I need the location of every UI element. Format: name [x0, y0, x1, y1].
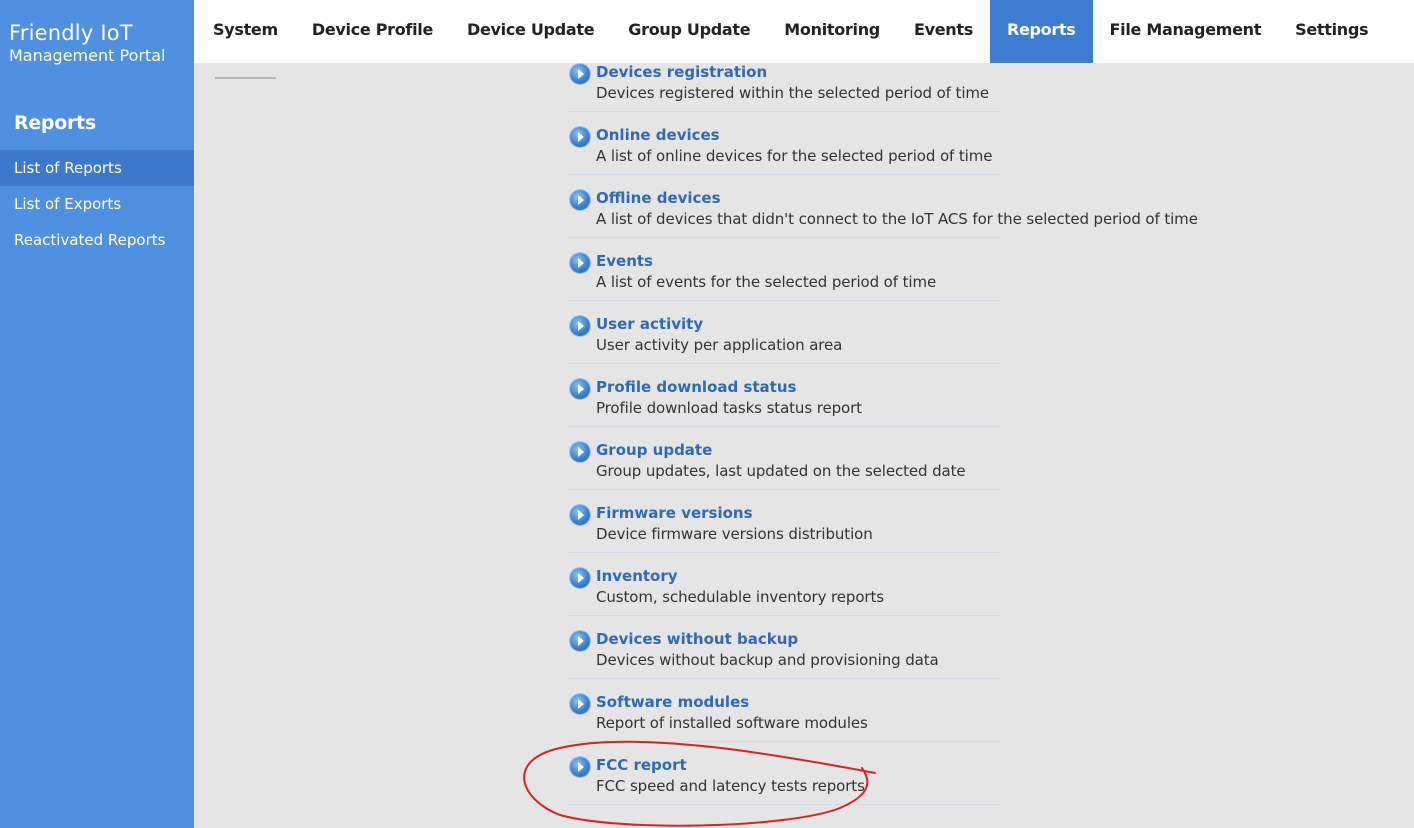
- nav-tab-events[interactable]: Events: [897, 0, 990, 63]
- brand-title: Friendly IoT: [9, 21, 133, 45]
- report-item-devices-registration[interactable]: Devices registration Devices registered …: [568, 63, 1000, 112]
- report-item-offline-devices[interactable]: Offline devices A list of devices that d…: [568, 175, 1198, 238]
- sidebar-item-list-of-reports[interactable]: List of Reports: [0, 150, 194, 186]
- report-title[interactable]: Firmware versions: [596, 504, 1000, 522]
- report-description: A list of events for the selected period…: [596, 273, 937, 291]
- brand[interactable]: Friendly IoT Management Portal: [0, 0, 194, 66]
- nav-tab-device-update[interactable]: Device Update: [450, 0, 611, 63]
- arrow-right-circle-icon: [570, 64, 590, 84]
- report-title[interactable]: Devices without backup: [596, 630, 1000, 648]
- report-item-firmware-versions[interactable]: Firmware versions Device firmware versio…: [568, 490, 1000, 553]
- arrow-right-circle-icon: [570, 694, 590, 714]
- report-description: Custom, schedulable inventory reports: [596, 588, 884, 606]
- report-description: Group updates, last updated on the selec…: [596, 462, 966, 480]
- report-description: Device firmware versions distribution: [596, 525, 873, 543]
- sidebar-section-title: Reports: [14, 112, 96, 134]
- report-item-software-modules[interactable]: Software modules Report of installed sof…: [568, 679, 1000, 742]
- nav-tab-file-management[interactable]: File Management: [1093, 0, 1279, 63]
- arrow-right-circle-icon: [570, 568, 590, 588]
- sidebar-item-reactivated-reports[interactable]: Reactivated Reports: [0, 222, 194, 258]
- arrow-right-circle-icon: [570, 379, 590, 399]
- report-description: User activity per application area: [596, 336, 843, 354]
- arrow-right-circle-icon: [570, 442, 590, 462]
- sidebar-menu: List of Reports List of Exports Reactiva…: [0, 150, 194, 258]
- report-description: Profile download tasks status report: [596, 399, 862, 417]
- arrow-right-circle-icon: [570, 127, 590, 147]
- nav-tab-system[interactable]: System: [194, 0, 295, 63]
- nav-tab-reports[interactable]: Reports: [989, 0, 1093, 63]
- divider: [215, 77, 276, 79]
- main-content: Devices registration Devices registered …: [194, 63, 1414, 828]
- arrow-right-circle-icon: [570, 757, 590, 777]
- nav-tab-monitoring[interactable]: Monitoring: [767, 0, 897, 63]
- report-description: A list of devices that didn't connect to…: [596, 210, 1198, 228]
- report-title[interactable]: Online devices: [596, 126, 1000, 144]
- report-list: Devices registration Devices registered …: [568, 63, 1198, 805]
- report-item-user-activity[interactable]: User activity User activity per applicat…: [568, 301, 1000, 364]
- report-item-events[interactable]: Events A list of events for the selected…: [568, 238, 1000, 301]
- nav-tab-group-update[interactable]: Group Update: [611, 0, 767, 63]
- arrow-right-circle-icon: [570, 505, 590, 525]
- report-description: FCC speed and latency tests reports: [596, 777, 865, 795]
- report-title[interactable]: Profile download status: [596, 378, 1000, 396]
- arrow-right-circle-icon: [570, 190, 590, 210]
- report-title[interactable]: User activity: [596, 315, 1000, 333]
- report-description: Devices without backup and provisioning …: [596, 651, 939, 669]
- nav-tab-settings[interactable]: Settings: [1278, 0, 1385, 63]
- arrow-right-circle-icon: [570, 631, 590, 651]
- report-title[interactable]: Devices registration: [596, 63, 1000, 81]
- report-title[interactable]: Events: [596, 252, 1000, 270]
- report-title[interactable]: Offline devices: [596, 189, 1000, 207]
- arrow-right-circle-icon: [570, 316, 590, 336]
- nav-tab-device-profile[interactable]: Device Profile: [295, 0, 450, 63]
- report-title[interactable]: Software modules: [596, 693, 1000, 711]
- report-description: Devices registered within the selected p…: [596, 84, 990, 102]
- report-description: Report of installed software modules: [596, 714, 868, 732]
- sidebar-item-list-of-exports[interactable]: List of Exports: [0, 186, 194, 222]
- report-description: A list of online devices for the selecte…: [596, 147, 993, 165]
- report-title[interactable]: Group update: [596, 441, 1000, 459]
- report-item-fcc-report[interactable]: FCC report FCC speed and latency tests r…: [568, 742, 1000, 805]
- sidebar: Friendly IoT Management Portal Reports L…: [0, 0, 194, 828]
- report-item-online-devices[interactable]: Online devices A list of online devices …: [568, 112, 1000, 175]
- report-item-inventory[interactable]: Inventory Custom, schedulable inventory …: [568, 553, 1000, 616]
- top-navigation: System Device Profile Device Update Grou…: [194, 0, 1414, 63]
- arrow-right-circle-icon: [570, 253, 590, 273]
- brand-subtitle: Management Portal: [9, 46, 166, 65]
- report-item-group-update[interactable]: Group update Group updates, last updated…: [568, 427, 1000, 490]
- report-title[interactable]: Inventory: [596, 567, 1000, 585]
- report-item-profile-download-status[interactable]: Profile download status Profile download…: [568, 364, 1000, 427]
- report-item-devices-without-backup[interactable]: Devices without backup Devices without b…: [568, 616, 1000, 679]
- report-title[interactable]: FCC report: [596, 756, 1000, 774]
